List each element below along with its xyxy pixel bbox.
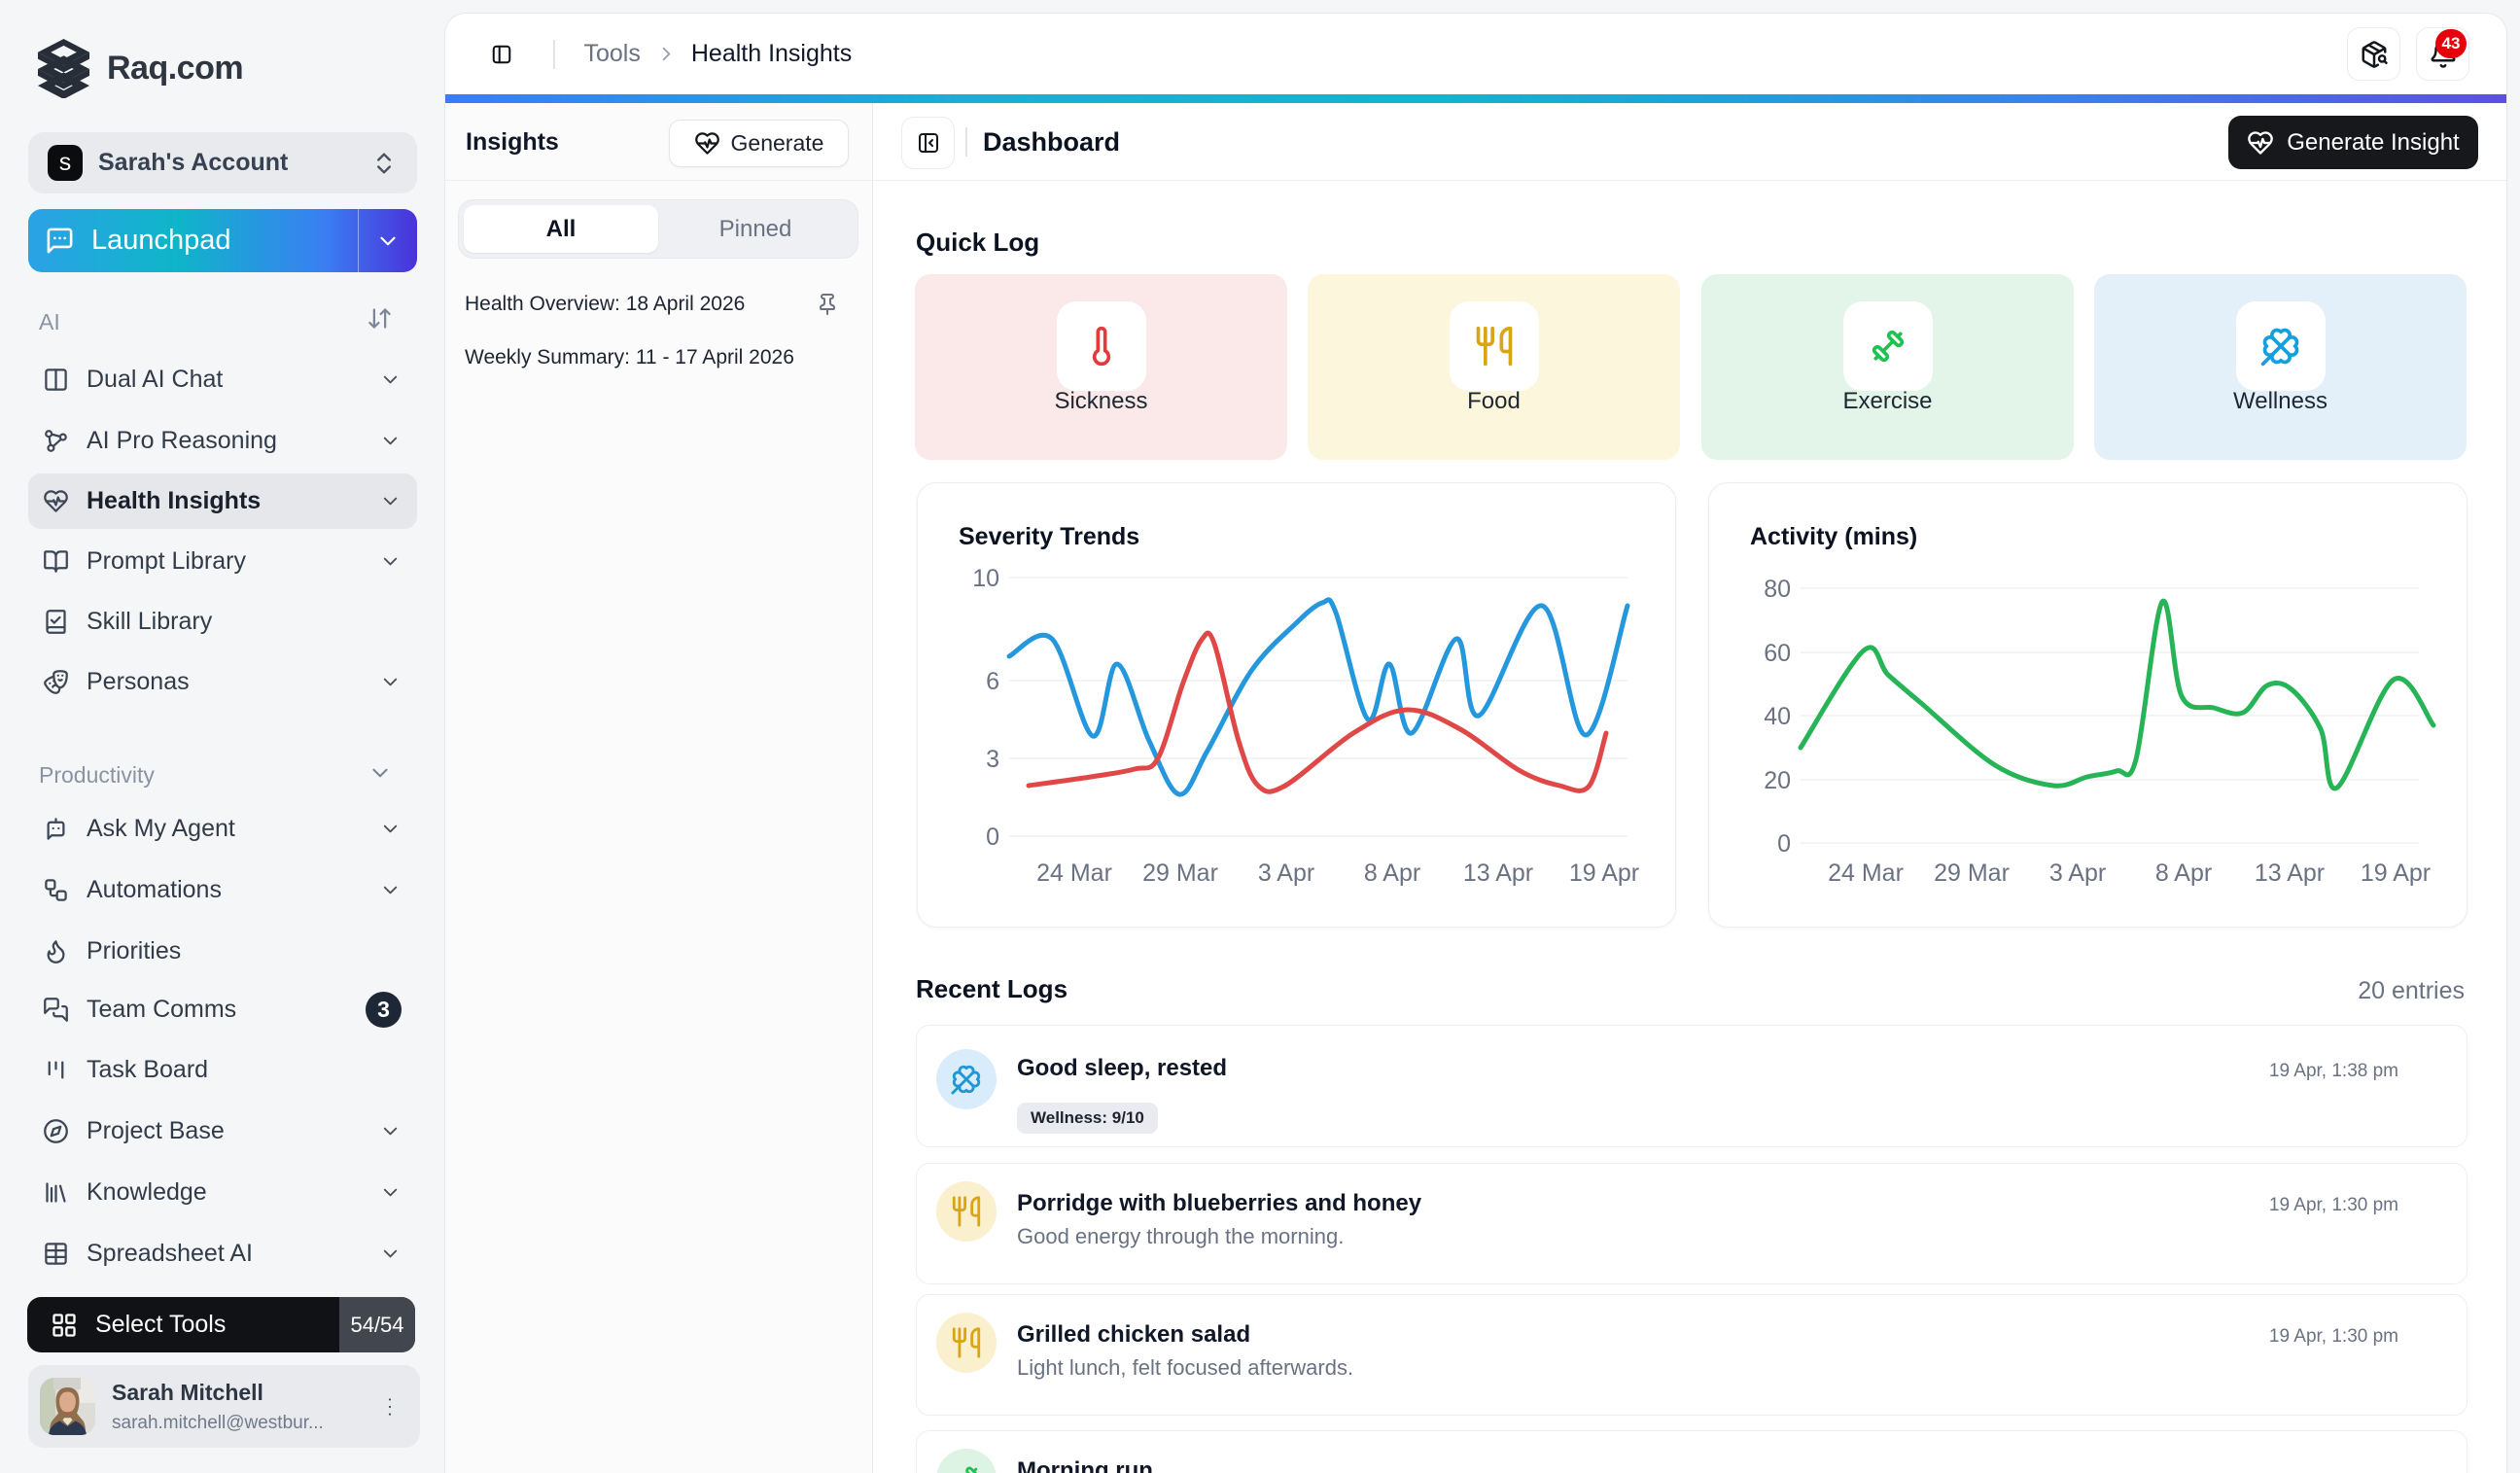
svg-text:3 Apr: 3 Apr — [2049, 859, 2106, 887]
svg-text:19 Apr: 19 Apr — [1569, 859, 1639, 887]
svg-text:80: 80 — [1764, 576, 1791, 603]
svg-text:0: 0 — [1777, 830, 1791, 858]
svg-text:10: 10 — [972, 565, 999, 592]
svg-text:6: 6 — [986, 668, 999, 695]
svg-text:29 Mar: 29 Mar — [1934, 859, 2010, 887]
svg-text:13 Apr: 13 Apr — [1463, 859, 1533, 887]
svg-text:40: 40 — [1764, 703, 1791, 730]
svg-text:24 Mar: 24 Mar — [1828, 859, 1904, 887]
svg-text:19 Apr: 19 Apr — [2361, 859, 2431, 887]
svg-text:8 Apr: 8 Apr — [2155, 859, 2212, 887]
svg-text:13 Apr: 13 Apr — [2255, 859, 2325, 887]
svg-text:3: 3 — [986, 746, 999, 773]
svg-text:29 Mar: 29 Mar — [1142, 859, 1218, 887]
svg-text:20: 20 — [1764, 767, 1791, 794]
svg-text:3 Apr: 3 Apr — [1258, 859, 1314, 887]
svg-text:0: 0 — [986, 824, 999, 851]
svg-text:8 Apr: 8 Apr — [1364, 859, 1420, 887]
svg-text:24 Mar: 24 Mar — [1036, 859, 1112, 887]
svg-text:60: 60 — [1764, 640, 1791, 667]
